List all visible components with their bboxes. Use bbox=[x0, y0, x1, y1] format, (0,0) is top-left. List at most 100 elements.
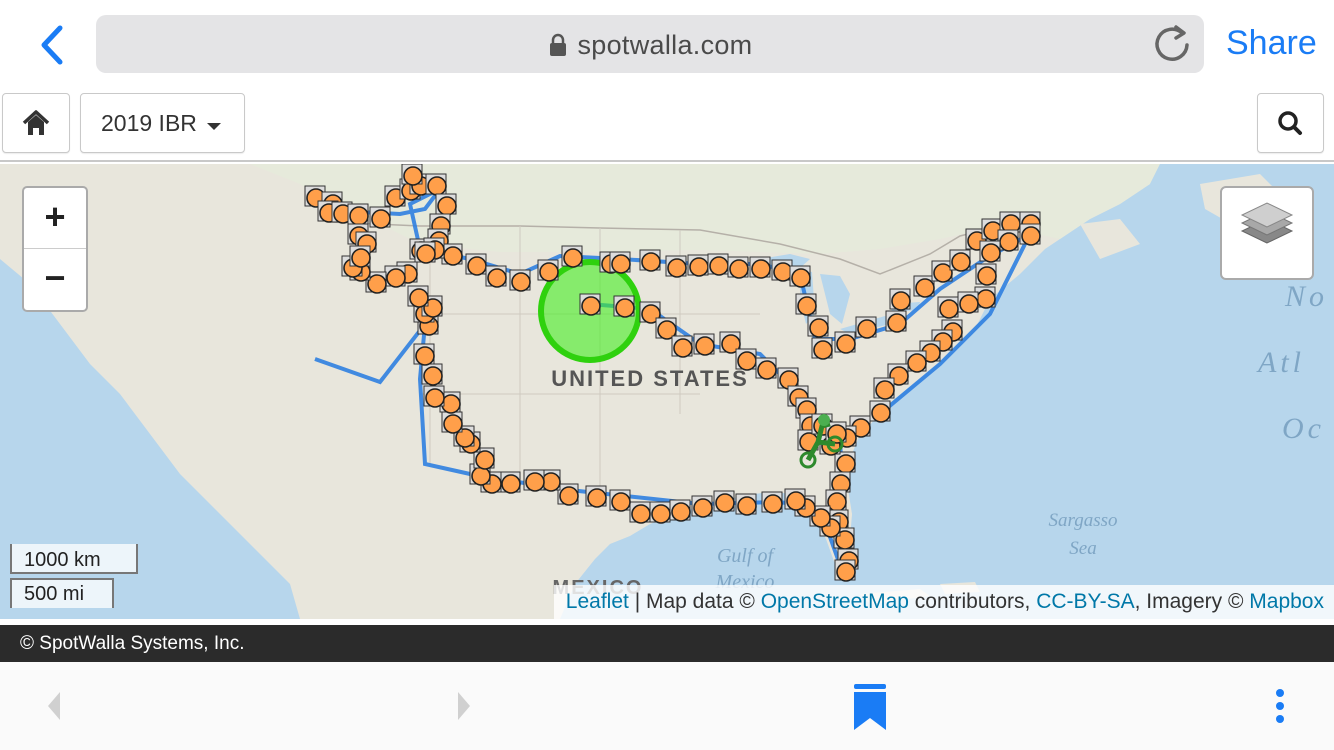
route-marker[interactable] bbox=[441, 243, 463, 266]
route-marker[interactable] bbox=[349, 245, 371, 268]
route-marker[interactable] bbox=[957, 291, 979, 314]
route-marker[interactable] bbox=[997, 229, 1019, 252]
route-marker[interactable] bbox=[407, 285, 429, 308]
route-marker[interactable] bbox=[811, 337, 833, 360]
route-marker[interactable] bbox=[795, 293, 817, 316]
route-marker[interactable] bbox=[885, 310, 907, 333]
route-marker[interactable] bbox=[789, 265, 811, 288]
route-marker[interactable] bbox=[347, 203, 369, 226]
more-vertical-icon[interactable] bbox=[1270, 688, 1290, 728]
route-marker[interactable] bbox=[585, 485, 607, 508]
route-marker[interactable] bbox=[1019, 223, 1041, 246]
attribution-text-2: contributors, bbox=[908, 590, 1037, 613]
route-marker[interactable] bbox=[671, 335, 693, 358]
trip-dropdown[interactable]: 2019 IBR bbox=[80, 93, 245, 153]
route-marker[interactable] bbox=[465, 253, 487, 276]
route-marker[interactable] bbox=[691, 495, 713, 518]
route-marker[interactable] bbox=[499, 471, 521, 494]
route-marker[interactable] bbox=[639, 249, 661, 272]
route-marker[interactable] bbox=[523, 469, 545, 492]
route-marker[interactable] bbox=[369, 206, 391, 229]
route-marker[interactable] bbox=[414, 241, 436, 264]
route-marker[interactable] bbox=[485, 265, 507, 288]
lock-icon bbox=[549, 33, 566, 56]
route-marker[interactable] bbox=[869, 400, 891, 423]
route-marker[interactable] bbox=[735, 493, 757, 516]
route-marker[interactable] bbox=[649, 501, 671, 524]
route-marker[interactable] bbox=[784, 488, 806, 511]
route-marker[interactable] bbox=[613, 295, 635, 318]
sargasso-label-2: Sea bbox=[1069, 538, 1096, 559]
nav-forward-icon[interactable] bbox=[452, 688, 476, 724]
mapbox-link[interactable]: Mapbox bbox=[1249, 590, 1324, 613]
route-marker[interactable] bbox=[421, 363, 443, 386]
route-marker[interactable] bbox=[889, 288, 911, 311]
share-button[interactable]: Share bbox=[1226, 24, 1317, 63]
route-marker[interactable] bbox=[727, 256, 749, 279]
map-view[interactable]: UNITED STATES MEXICO Gulf of Mexico Sarg… bbox=[0, 164, 1334, 619]
search-button[interactable] bbox=[1257, 93, 1324, 153]
route-marker[interactable] bbox=[693, 333, 715, 356]
scale-mi: 500 mi bbox=[10, 578, 114, 608]
route-marker[interactable] bbox=[913, 275, 935, 298]
route-marker[interactable] bbox=[735, 348, 757, 371]
route-marker[interactable] bbox=[834, 559, 856, 582]
route-marker[interactable] bbox=[707, 253, 729, 276]
route-marker[interactable] bbox=[579, 293, 601, 316]
bookmark-icon[interactable] bbox=[852, 684, 888, 732]
zoom-in-button[interactable]: + bbox=[24, 188, 86, 249]
route-marker[interactable] bbox=[384, 265, 406, 288]
route-marker[interactable] bbox=[949, 249, 971, 272]
route-marker[interactable] bbox=[761, 491, 783, 514]
route-marker[interactable] bbox=[441, 411, 463, 434]
route-marker[interactable] bbox=[905, 350, 927, 373]
route-marker[interactable] bbox=[834, 331, 856, 354]
map-tiles: UNITED STATES MEXICO Gulf of Mexico Sarg… bbox=[0, 164, 1324, 619]
route-marker[interactable] bbox=[561, 245, 583, 268]
route-marker[interactable] bbox=[713, 490, 735, 513]
route-marker[interactable] bbox=[749, 256, 771, 279]
nav-back-icon[interactable] bbox=[42, 688, 66, 724]
route-marker[interactable] bbox=[687, 254, 709, 277]
route-marker[interactable] bbox=[979, 240, 1001, 263]
route-marker[interactable] bbox=[807, 315, 829, 338]
route-marker[interactable] bbox=[755, 357, 777, 380]
atlantic-label-2: Atl bbox=[1256, 346, 1305, 379]
browser-bottom-bar bbox=[0, 662, 1334, 750]
leaflet-link[interactable]: Leaflet bbox=[566, 590, 629, 613]
osm-link[interactable]: OpenStreetMap bbox=[761, 590, 909, 613]
route-marker[interactable] bbox=[609, 251, 631, 274]
route-marker[interactable] bbox=[509, 269, 531, 292]
route-marker[interactable] bbox=[771, 259, 793, 282]
route-marker[interactable] bbox=[665, 255, 687, 278]
route-marker[interactable] bbox=[669, 499, 691, 522]
zoom-out-button[interactable]: − bbox=[24, 249, 86, 309]
layers-button[interactable] bbox=[1220, 186, 1314, 280]
sargasso-label-1: Sargasso bbox=[1049, 510, 1118, 531]
back-button[interactable] bbox=[30, 20, 74, 70]
route-marker[interactable] bbox=[425, 173, 447, 196]
trip-dropdown-label: 2019 IBR bbox=[101, 110, 197, 136]
route-marker[interactable] bbox=[537, 259, 559, 282]
route-marker[interactable] bbox=[975, 263, 997, 286]
route-marker[interactable] bbox=[937, 296, 959, 319]
route-marker[interactable] bbox=[423, 385, 445, 408]
route-marker[interactable] bbox=[931, 260, 953, 283]
back-chevron-icon bbox=[41, 25, 63, 65]
route-marker[interactable] bbox=[609, 489, 631, 512]
route-marker[interactable] bbox=[834, 451, 856, 474]
route-marker[interactable] bbox=[557, 483, 579, 506]
home-icon bbox=[22, 110, 50, 135]
route-marker[interactable] bbox=[401, 164, 423, 186]
map-attribution: Leaflet | Map data © OpenStreetMap contr… bbox=[553, 585, 1334, 619]
route-marker[interactable] bbox=[855, 316, 877, 339]
route-marker[interactable] bbox=[435, 193, 457, 216]
license-link[interactable]: CC-BY-SA bbox=[1036, 590, 1134, 613]
home-button[interactable] bbox=[2, 93, 70, 153]
browser-top-bar: spotwalla.com Share bbox=[0, 0, 1334, 88]
reload-icon[interactable] bbox=[1152, 23, 1194, 65]
route-marker[interactable] bbox=[413, 343, 435, 366]
route-marker[interactable] bbox=[629, 501, 651, 524]
url-bar[interactable]: spotwalla.com bbox=[96, 15, 1204, 73]
route-marker[interactable] bbox=[873, 377, 895, 400]
